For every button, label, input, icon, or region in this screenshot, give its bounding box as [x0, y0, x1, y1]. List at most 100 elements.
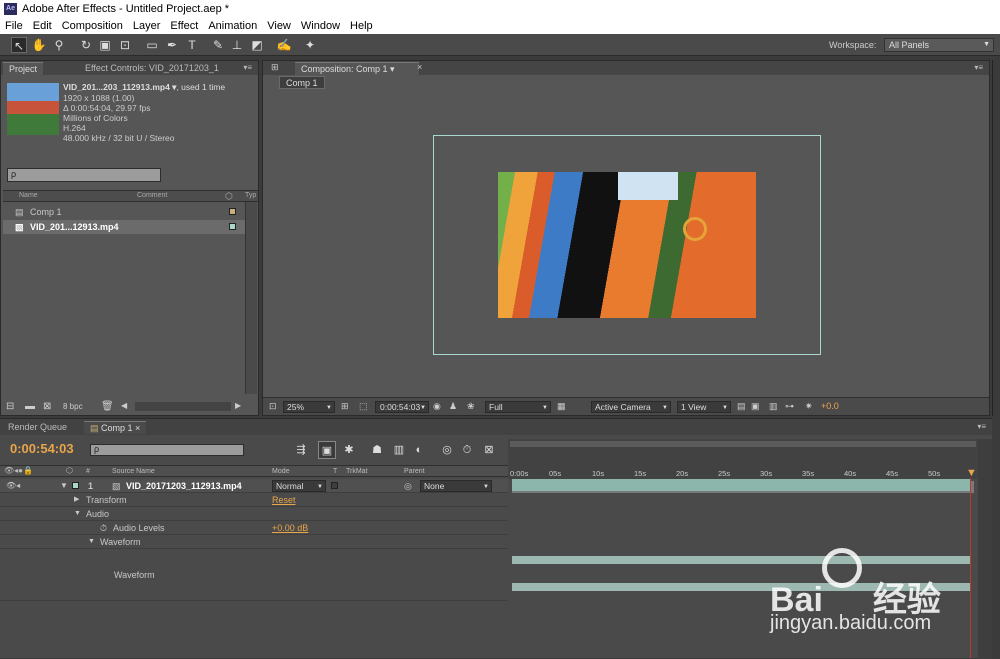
tab-effect-controls[interactable]: Effect Controls: VID_20171203_1 [79, 62, 225, 75]
av-features-icon[interactable]: 👁◂●🔒 [4, 466, 33, 475]
label-tag-icon[interactable]: ⬡ [225, 191, 233, 202]
live-update-icon[interactable]: ▣ [318, 441, 336, 459]
exposure-value[interactable]: +0.0 [821, 401, 839, 411]
panel-menu-icon[interactable]: ▾≡ [974, 63, 983, 72]
expand-triangle-icon[interactable]: ▼ [74, 507, 81, 521]
horizontal-scrollbar[interactable] [135, 402, 231, 411]
parent-select[interactable]: None [420, 480, 492, 492]
rectangle-tool-icon[interactable]: ▭ [144, 37, 160, 53]
fast-previews-icon[interactable]: ▣ [751, 401, 760, 412]
scroll-left-icon[interactable]: ◀ [121, 401, 127, 410]
menu-window[interactable]: Window [296, 18, 345, 34]
project-search-input[interactable]: ρ [7, 168, 161, 182]
menu-edit[interactable]: Edit [28, 18, 57, 34]
menu-file[interactable]: File [0, 18, 28, 34]
current-time-display[interactable]: 0:00:54:03 [375, 401, 429, 413]
label-column-icon[interactable]: ⬡ [66, 466, 73, 475]
show-snapshot-icon[interactable]: ♟ [449, 401, 457, 412]
graph-editor-icon[interactable]: ⊠ [480, 441, 498, 459]
trash-icon[interactable]: 🗑 [101, 401, 114, 412]
tab-comp-1[interactable]: ▤ Comp 1 × [84, 421, 147, 434]
timeline-search-input[interactable]: ρ [90, 444, 244, 456]
clone-stamp-tool-icon[interactable]: ⊥ [229, 37, 245, 53]
tab-project[interactable]: Project [3, 62, 44, 75]
zoom-tool-icon[interactable]: ⚲ [51, 37, 67, 53]
draft-3d-icon[interactable]: ✱ [340, 441, 358, 459]
reset-link[interactable]: Reset [272, 493, 296, 507]
tab-composition[interactable]: Composition: Comp 1 ▾ [295, 62, 419, 75]
interpret-footage-icon[interactable]: ⊟ [6, 401, 14, 412]
motion-blur-icon[interactable]: ◐ [410, 441, 428, 459]
selection-tool-icon[interactable]: ↖ [11, 37, 27, 53]
pan-behind-tool-icon[interactable]: ⊡ [117, 37, 133, 53]
camera-select[interactable]: Active Camera [591, 401, 671, 413]
panel-menu-icon[interactable]: ▾≡ [243, 63, 252, 72]
frame-blending-icon[interactable]: ▥ [390, 441, 408, 459]
workspace-select[interactable]: All Panels [884, 38, 994, 52]
channel-icon[interactable]: ❀ [467, 401, 475, 412]
label-color-swatch[interactable] [229, 208, 236, 215]
pixel-aspect-icon[interactable]: ▤ [737, 401, 746, 412]
menu-view[interactable]: View [262, 18, 296, 34]
selected-item-name[interactable]: VID_201...203_112913.mp4 ▾, used 1 time [63, 82, 225, 93]
col-trkmat[interactable]: TrkMat [346, 468, 368, 475]
new-folder-icon[interactable]: ▬ [25, 401, 35, 412]
layer-duration-bar[interactable] [512, 479, 970, 491]
auto-keyframe-icon[interactable]: ⏱ [458, 441, 476, 459]
stopwatch-icon[interactable]: ⏱ [100, 521, 107, 535]
expand-triangle-icon[interactable]: ▼ [88, 535, 95, 549]
safe-margins-icon[interactable]: ⊞ [341, 401, 349, 412]
visibility-icon[interactable]: 👁◂ [6, 479, 20, 493]
transparency-grid-icon[interactable]: ▦ [557, 401, 566, 412]
close-icon[interactable]: × [417, 62, 422, 72]
camera-tool-icon[interactable]: ▣ [97, 37, 113, 53]
col-mode[interactable]: Mode [272, 468, 290, 475]
property-row[interactable]: ▼ Waveform [0, 535, 508, 549]
exposure-icon[interactable]: ✷ [805, 401, 813, 412]
col-t[interactable]: T [333, 468, 337, 475]
panel-menu-icon[interactable]: ▾≡ [977, 422, 986, 431]
project-item[interactable]: ▧ VID_201...12913.mp4 [3, 220, 245, 234]
project-scrollbar[interactable] [245, 202, 257, 394]
expand-triangle-icon[interactable]: ▶ [74, 493, 79, 507]
view-layout-select[interactable]: 1 View [677, 401, 731, 413]
property-row[interactable]: ⏱ Audio Levels +0.00 dB [0, 521, 508, 535]
region-icon[interactable]: ⬚ [359, 401, 368, 412]
type-tool-icon[interactable]: T [184, 37, 200, 53]
menu-layer[interactable]: Layer [128, 18, 166, 34]
magnification-select[interactable]: 25% [283, 401, 335, 413]
project-item[interactable]: ▤ Comp 1 ⊞ [3, 205, 255, 219]
comp-flowchart-icon[interactable]: ⊶ [785, 401, 794, 412]
label-color-swatch[interactable] [72, 482, 79, 489]
bpc-toggle[interactable]: 8 bpc [63, 402, 83, 411]
brainstorm-icon[interactable]: ◎ [438, 441, 456, 459]
menu-help[interactable]: Help [345, 18, 378, 34]
label-color-swatch[interactable] [229, 223, 236, 230]
hand-tool-icon[interactable]: ✋ [31, 37, 47, 53]
menu-effect[interactable]: Effect [165, 18, 203, 34]
col-type[interactable]: Typ [245, 192, 256, 199]
preserve-transparency-checkbox[interactable] [331, 482, 338, 489]
layer-row[interactable]: 👁◂ ▼ 1 ▧ VID_20171203_112913.mp4 Normal … [0, 479, 508, 493]
current-time[interactable]: 0:00:54:03 [10, 441, 74, 456]
col-source-name[interactable]: Source Name [112, 468, 155, 475]
audio-levels-value[interactable]: +0.00 dB [272, 521, 308, 535]
col-parent[interactable]: Parent [404, 468, 425, 475]
col-number[interactable]: # [86, 468, 90, 475]
layer-name[interactable]: VID_20171203_112913.mp4 [126, 479, 242, 493]
puppet-pin-tool-icon[interactable]: ✦ [302, 37, 318, 53]
property-row[interactable]: ▶ Transform Reset [0, 493, 508, 507]
resolution-select[interactable]: Full [485, 401, 551, 413]
current-time-indicator[interactable] [970, 478, 971, 658]
rotate-tool-icon[interactable]: ↻ [78, 37, 94, 53]
comp-mini-flowchart-icon[interactable]: ⇶ [292, 441, 310, 459]
hide-shy-layers-icon[interactable]: ☗ [368, 441, 386, 459]
brush-tool-icon[interactable]: ✎ [210, 37, 226, 53]
always-preview-icon[interactable]: ⊡ [269, 401, 277, 412]
property-row[interactable]: ▼ Audio [0, 507, 508, 521]
col-comment[interactable]: Comment [137, 192, 167, 199]
playhead-icon[interactable]: ▼ [966, 467, 977, 479]
time-ruler[interactable]: 0:00s 05s 10s 15s 20s 25s 30s 35s 40s 45… [508, 439, 978, 493]
composition-viewer-image[interactable] [498, 172, 756, 318]
scroll-right-icon[interactable]: ▶ [235, 401, 241, 410]
